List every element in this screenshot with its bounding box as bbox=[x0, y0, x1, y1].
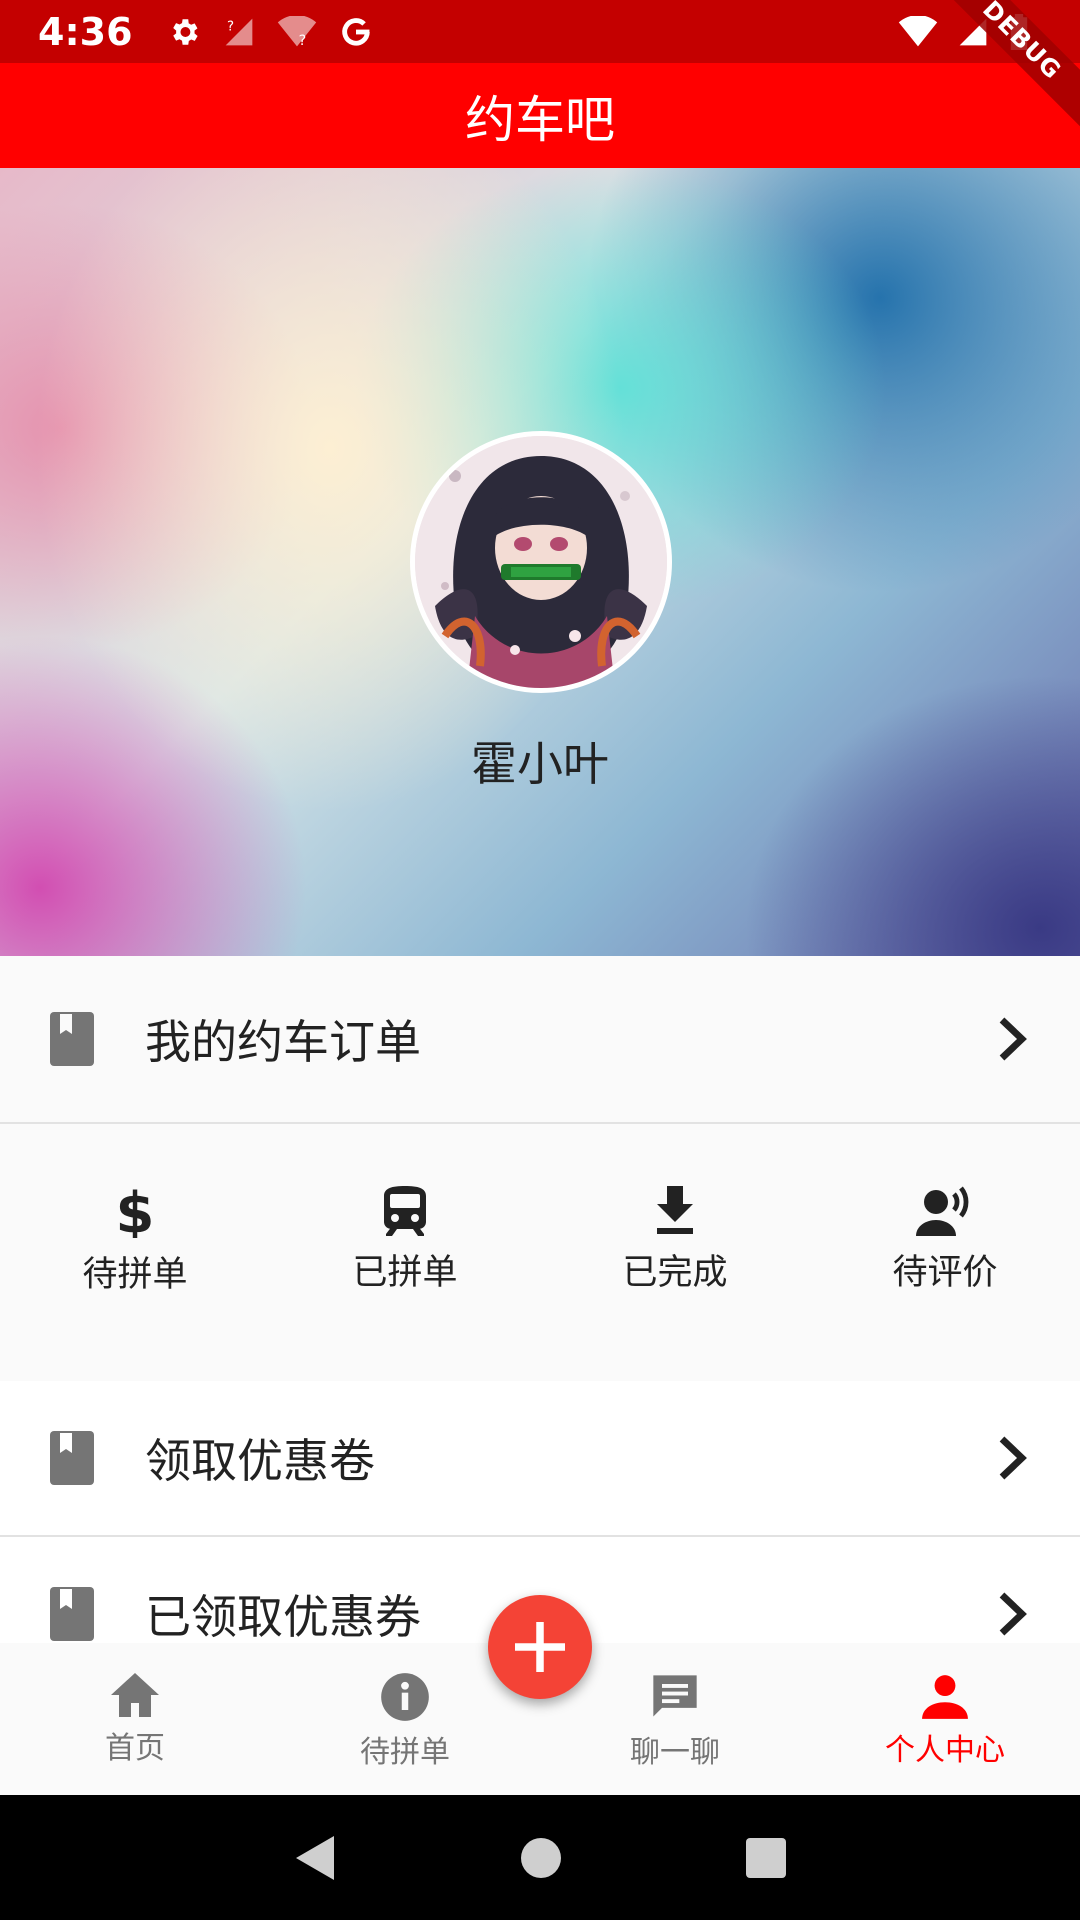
record-voice-icon bbox=[916, 1186, 969, 1236]
get-coupons-label: 领取优惠卷 bbox=[145, 1434, 375, 1488]
add-fab-button[interactable] bbox=[488, 1595, 592, 1699]
svg-text:?: ? bbox=[227, 19, 234, 34]
home-icon bbox=[111, 1673, 159, 1717]
person-icon bbox=[922, 1675, 968, 1719]
nav-label: 首页 bbox=[105, 1731, 165, 1766]
status-pending-review[interactable]: 待评价 bbox=[810, 1124, 1080, 1381]
svg-text:$: $ bbox=[116, 1186, 155, 1238]
book-icon bbox=[50, 1587, 94, 1641]
home-circle-icon[interactable] bbox=[521, 1837, 561, 1878]
status-time: 4:36 bbox=[38, 9, 133, 54]
train-icon bbox=[384, 1186, 426, 1236]
status-completed[interactable]: 已完成 bbox=[540, 1124, 810, 1381]
username: 霍小叶 bbox=[471, 737, 609, 791]
book-icon bbox=[50, 1012, 94, 1066]
my-orders-label: 我的约车订单 bbox=[145, 1015, 421, 1069]
status-label: 已完成 bbox=[622, 1253, 728, 1293]
book-icon bbox=[50, 1431, 94, 1485]
status-label: 待拼单 bbox=[82, 1255, 188, 1295]
status-pending-join[interactable]: $ 待拼单 bbox=[0, 1124, 270, 1381]
status-joined[interactable]: 已拼单 bbox=[270, 1124, 540, 1381]
claimed-coupons-label: 已领取优惠券 bbox=[145, 1590, 421, 1644]
settings-icon bbox=[172, 18, 198, 45]
profile-header: 霍小叶 bbox=[0, 168, 1080, 956]
no-signal-icon: ? bbox=[225, 18, 252, 45]
wifi-unknown-icon: ? bbox=[277, 15, 316, 48]
chevron-right-icon bbox=[999, 1436, 1027, 1480]
info-icon bbox=[381, 1673, 429, 1721]
dollar-icon: $ bbox=[116, 1186, 155, 1238]
plus-icon bbox=[515, 1622, 565, 1672]
chevron-right-icon bbox=[999, 1017, 1027, 1061]
system-navigation-bar bbox=[0, 1795, 1080, 1920]
get-coupons-row[interactable]: 领取优惠卷 bbox=[0, 1381, 1080, 1535]
my-orders-row[interactable]: 我的约车订单 bbox=[0, 956, 1080, 1122]
recents-icon[interactable] bbox=[746, 1837, 786, 1878]
google-icon bbox=[341, 17, 370, 46]
svg-text:?: ? bbox=[298, 32, 306, 47]
app-bar: 约车吧 bbox=[0, 63, 1080, 168]
chevron-right-icon bbox=[999, 1592, 1027, 1636]
status-bar: 4:36 ? ? bbox=[0, 0, 1080, 63]
wifi-icon bbox=[898, 15, 938, 46]
avatar-image bbox=[415, 436, 667, 688]
back-icon[interactable] bbox=[294, 1834, 336, 1882]
nav-profile[interactable]: 个人中心 bbox=[810, 1643, 1080, 1795]
nav-label: 个人中心 bbox=[885, 1733, 1005, 1768]
status-label: 待评价 bbox=[892, 1253, 998, 1293]
avatar[interactable] bbox=[410, 431, 672, 693]
order-status-grid: $ 待拼单 已拼单 已完成 待评价 bbox=[0, 1124, 1080, 1381]
app-title: 约车吧 bbox=[465, 90, 615, 149]
status-label: 已拼单 bbox=[352, 1253, 458, 1293]
download-icon bbox=[657, 1186, 693, 1234]
nav-home[interactable]: 首页 bbox=[0, 1643, 270, 1795]
nav-label: 聊一聊 bbox=[630, 1735, 720, 1770]
nav-label: 待拼单 bbox=[360, 1735, 450, 1770]
chat-icon bbox=[653, 1675, 697, 1717]
